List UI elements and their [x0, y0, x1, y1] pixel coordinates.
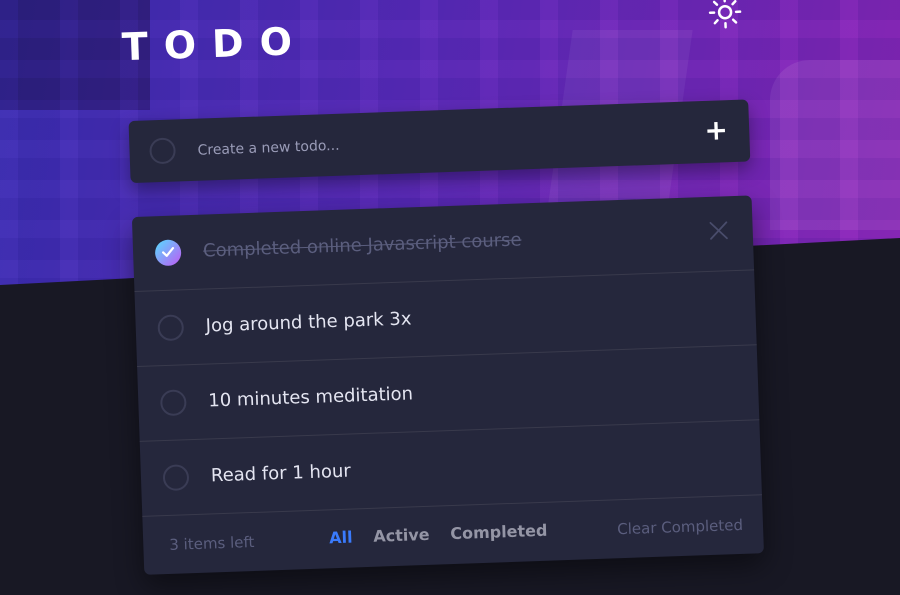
filter-active-button[interactable]: Active — [373, 525, 430, 546]
app-title: TODO — [121, 19, 309, 69]
new-todo-input[interactable] — [195, 123, 640, 162]
sun-icon — [706, 0, 743, 31]
clear-completed-button[interactable]: Clear Completed — [617, 516, 743, 538]
close-icon — [706, 218, 731, 243]
todo-checkbox[interactable] — [163, 464, 190, 491]
delete-todo-button[interactable] — [706, 218, 731, 243]
todo-list: Completed online Javascript course Jog a… — [132, 195, 764, 574]
theme-toggle-button[interactable] — [704, 0, 745, 31]
check-icon — [161, 245, 175, 259]
todo-text[interactable]: 10 minutes meditation — [208, 383, 413, 411]
filter-group: All Active Completed — [329, 520, 564, 547]
todo-checkbox[interactable] — [160, 389, 187, 416]
filter-completed-button[interactable]: Completed — [450, 521, 548, 543]
filter-all-button[interactable]: All — [329, 528, 353, 548]
todo-checkbox[interactable] — [157, 314, 184, 341]
new-todo-checkbox[interactable] — [149, 137, 176, 164]
todo-text[interactable]: Completed online Javascript course — [203, 229, 522, 261]
todo-text[interactable]: Read for 1 hour — [211, 461, 351, 487]
todo-checkbox-checked[interactable] — [155, 239, 182, 266]
new-todo-bar: + — [129, 99, 751, 183]
add-todo-button[interactable]: + — [701, 115, 732, 146]
app-container: TODO + Comp — [0, 0, 900, 595]
todo-text[interactable]: Jog around the park 3x — [205, 308, 411, 336]
items-left-count: 3 items left — [169, 533, 255, 554]
